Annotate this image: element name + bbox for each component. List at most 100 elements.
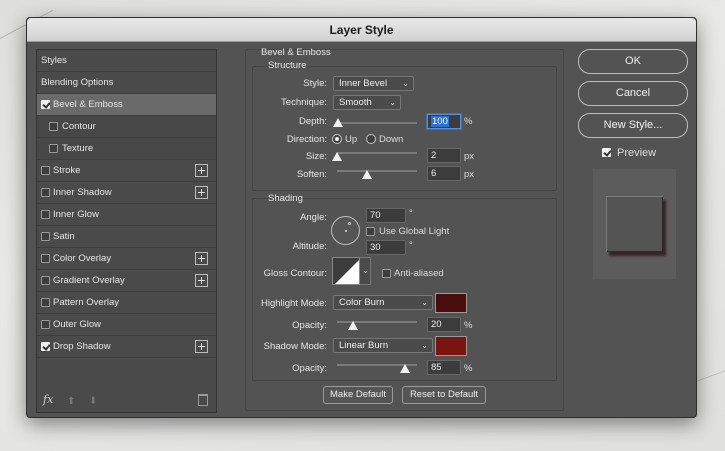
inner-shadow-checkbox[interactable] (41, 188, 50, 197)
sidebar-item-inner-shadow[interactable]: Inner Shadow (37, 182, 216, 204)
add-gradient-overlay-icon[interactable] (195, 274, 208, 287)
highlight-opacity-thumb[interactable] (348, 321, 358, 330)
add-inner-shadow-icon[interactable] (195, 186, 208, 199)
sidebar-item-label: Color Overlay (53, 253, 112, 264)
stroke-checkbox[interactable] (41, 166, 50, 175)
sidebar-item-color-overlay[interactable]: Color Overlay (37, 248, 216, 270)
anti-aliased-label: Anti-aliased (394, 268, 444, 279)
ok-button[interactable]: OK (578, 49, 688, 74)
styles-footer: fx ⬆ ⬇ (37, 390, 216, 412)
pattern-overlay-checkbox[interactable] (41, 298, 50, 307)
altitude-label: Altitude: (292, 241, 327, 252)
size-slider-thumb[interactable] (332, 152, 342, 161)
move-down-icon[interactable]: ⬇ (89, 396, 97, 407)
depth-unit: % (464, 116, 473, 127)
soften-input[interactable]: 6 (427, 166, 461, 181)
structure-title: Structure (268, 60, 307, 71)
depth-value: 100 (431, 116, 449, 127)
highlight-opacity-input[interactable]: 20 (427, 317, 461, 332)
style-select[interactable]: Inner Bevel ⌄ (333, 76, 414, 91)
sidebar-item-pattern-overlay[interactable]: Pattern Overlay (37, 292, 216, 314)
satin-checkbox[interactable] (41, 232, 50, 241)
sidebar-item-stroke[interactable]: Stroke (37, 160, 216, 182)
sidebar-item-contour[interactable]: Contour (37, 116, 216, 138)
gloss-contour-label: Gloss Contour: (263, 268, 327, 279)
preview-checkbox[interactable] (602, 148, 611, 157)
sidebar-item-bevel-emboss[interactable]: Bevel & Emboss (37, 94, 216, 116)
styles-header[interactable]: Styles (37, 50, 216, 72)
sidebar-item-label: Bevel & Emboss (53, 99, 123, 110)
sidebar-item-inner-glow[interactable]: Inner Glow (37, 204, 216, 226)
size-input[interactable]: 2 (427, 148, 461, 163)
size-slider-track[interactable] (337, 152, 417, 154)
shadow-color-swatch[interactable] (435, 336, 467, 356)
angle-dial[interactable] (331, 216, 360, 245)
shadow-opacity-thumb[interactable] (400, 364, 410, 373)
gradient-overlay-checkbox[interactable] (41, 276, 50, 285)
technique-value: Smooth (339, 97, 372, 108)
shadow-opacity-unit: % (464, 363, 473, 374)
angle-unit: ° (409, 208, 413, 219)
texture-checkbox[interactable] (49, 144, 58, 153)
sidebar-item-gradient-overlay[interactable]: Gradient Overlay (37, 270, 216, 292)
technique-select[interactable]: Smooth ⌄ (333, 95, 401, 110)
sidebar-item-satin[interactable]: Satin (37, 226, 216, 248)
depth-slider-track[interactable] (337, 122, 417, 124)
anti-aliased-checkbox[interactable] (382, 269, 391, 278)
shadow-opacity-input[interactable]: 85 (427, 360, 461, 375)
soften-unit: px (464, 169, 475, 180)
color-overlay-checkbox[interactable] (41, 254, 50, 263)
chevron-down-icon: ⌄ (389, 98, 396, 107)
soften-label: Soften: (296, 169, 327, 180)
highlight-mode-select[interactable]: Color Burn ⌄ (333, 295, 433, 310)
gloss-contour-swatch[interactable] (332, 257, 360, 285)
soften-slider-track[interactable] (337, 170, 417, 172)
sidebar-item-label: Inner Shadow (53, 187, 112, 198)
shadow-mode-value: Linear Burn (339, 340, 389, 351)
use-global-light-checkbox[interactable] (366, 227, 375, 236)
styles-label: Styles (41, 55, 67, 66)
depth-slider-thumb[interactable] (332, 118, 343, 127)
angle-dial-handle[interactable] (348, 222, 351, 225)
blending-options-item[interactable]: Blending Options (37, 72, 216, 94)
direction-up-radio[interactable] (332, 134, 342, 144)
preview-thumbnail (606, 196, 663, 252)
inner-glow-checkbox[interactable] (41, 210, 50, 219)
direction-up-label: Up (345, 134, 358, 145)
contour-checkbox[interactable] (49, 122, 58, 131)
shadow-mode-label: Shadow Mode: (263, 341, 327, 352)
drop-shadow-checkbox[interactable] (41, 342, 50, 351)
style-value: Inner Bevel (339, 78, 388, 89)
sidebar-item-drop-shadow[interactable]: Drop Shadow (37, 336, 216, 358)
bevel-emboss-checkbox[interactable] (41, 100, 50, 109)
add-drop-shadow-icon[interactable] (195, 340, 208, 353)
altitude-input[interactable]: 30 (366, 240, 406, 255)
cancel-button[interactable]: Cancel (578, 81, 688, 106)
sidebar-item-label: Pattern Overlay (53, 297, 119, 308)
add-stroke-icon[interactable] (195, 164, 208, 177)
new-style-button[interactable]: New Style... (578, 113, 688, 138)
chevron-down-icon: ⌄ (402, 79, 409, 88)
make-default-button[interactable]: Make Default (323, 386, 393, 404)
outer-glow-checkbox[interactable] (41, 320, 50, 329)
gloss-contour-dropdown[interactable]: ⌄ (360, 257, 371, 285)
depth-input[interactable]: 100 (427, 114, 461, 129)
sidebar-item-outer-glow[interactable]: Outer Glow (37, 314, 216, 336)
altitude-unit: ° (409, 240, 413, 251)
styles-list: Styles Blending Options Bevel & Emboss C… (36, 49, 217, 413)
add-color-overlay-icon[interactable] (195, 252, 208, 265)
angle-input[interactable]: 70 (366, 208, 406, 223)
bevel-emboss-title: Bevel & Emboss (261, 47, 331, 58)
blending-options-label: Blending Options (41, 77, 114, 88)
angle-label: Angle: (300, 212, 327, 223)
shadow-mode-select[interactable]: Linear Burn ⌄ (333, 338, 433, 353)
sidebar-item-texture[interactable]: Texture (37, 138, 216, 160)
soften-slider-thumb[interactable] (362, 170, 372, 179)
highlight-color-swatch[interactable] (435, 293, 467, 313)
trash-icon[interactable] (198, 394, 208, 406)
fx-icon[interactable]: fx (43, 393, 53, 406)
sidebar-item-label: Satin (53, 231, 75, 242)
direction-down-radio[interactable] (366, 134, 376, 144)
reset-to-default-button[interactable]: Reset to Default (402, 386, 486, 404)
move-up-icon[interactable]: ⬆ (67, 396, 75, 407)
